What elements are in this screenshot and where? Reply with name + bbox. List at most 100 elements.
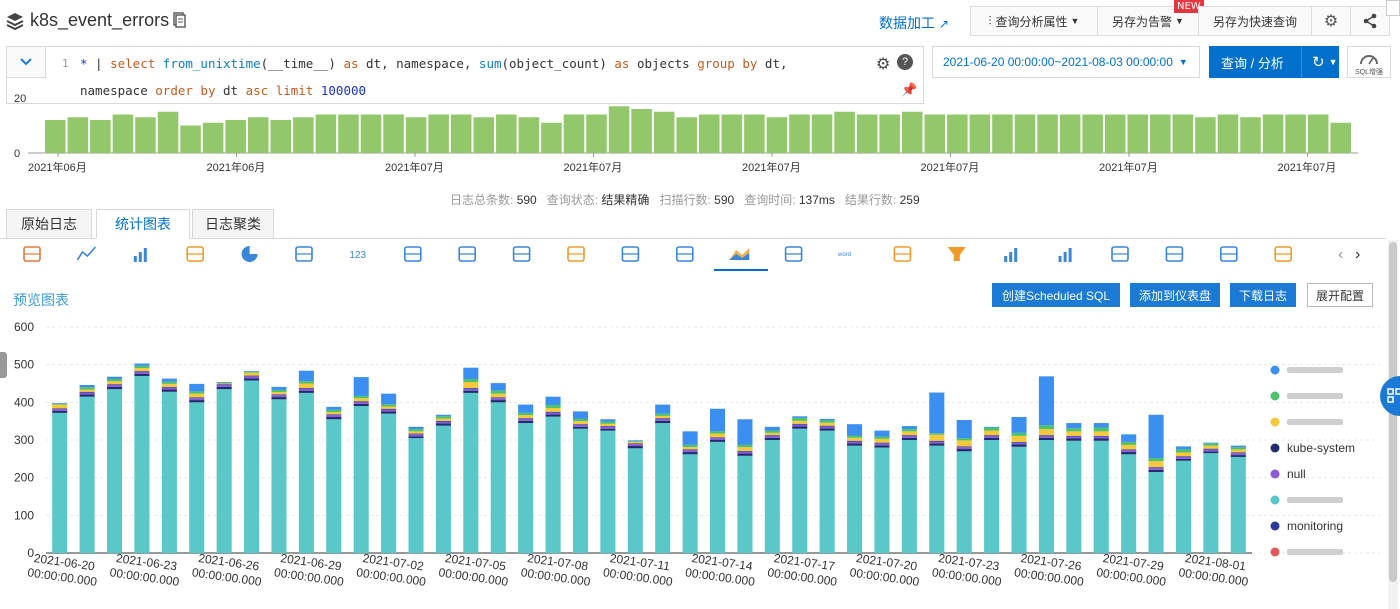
bar-segment[interactable] (161, 383, 177, 387)
bar-segment[interactable] (1203, 449, 1219, 452)
bar-segment[interactable] (408, 438, 424, 553)
bar-segment[interactable] (600, 426, 616, 427)
bar-segment[interactable] (134, 375, 150, 553)
hist-bar[interactable] (1082, 114, 1103, 154)
bar-segment[interactable] (819, 420, 835, 423)
hist-bar[interactable] (856, 114, 878, 154)
bar-segment[interactable] (655, 423, 671, 553)
bar-segment[interactable] (545, 414, 561, 417)
bar-segment[interactable] (1230, 456, 1246, 553)
bar-segment[interactable] (929, 445, 945, 553)
bar-segment[interactable] (874, 430, 890, 437)
data-process-link[interactable]: 数据加工 ↗ (879, 13, 949, 33)
bar-segment[interactable] (792, 428, 808, 553)
hist-bar[interactable] (699, 114, 720, 154)
hist-bar[interactable] (721, 114, 743, 154)
bar-segment[interactable] (1038, 437, 1054, 440)
bar-segment[interactable] (381, 411, 397, 414)
bar-segment[interactable] (1230, 449, 1246, 453)
bar-segment[interactable] (189, 398, 205, 401)
hist-bar[interactable] (112, 114, 134, 154)
bar-segment[interactable] (216, 381, 232, 383)
bar-segment[interactable] (298, 383, 314, 389)
bar-segment[interactable] (545, 396, 561, 405)
bar-segment[interactable] (244, 371, 260, 373)
bar-segment[interactable] (134, 373, 150, 376)
bar-segment[interactable] (792, 416, 808, 418)
time-range-picker[interactable]: 2021-06-20 00:00:00~2021-08-03 00:00:00 … (932, 46, 1200, 78)
bar-segment[interactable] (655, 415, 671, 419)
bar-segment[interactable] (1038, 425, 1054, 430)
bar-segment[interactable] (929, 441, 945, 444)
bar-segment[interactable] (545, 411, 561, 413)
bar-segment[interactable] (874, 442, 890, 444)
hist-bar[interactable] (1240, 117, 1261, 153)
bar-segment[interactable] (381, 393, 397, 405)
hist-bar[interactable] (541, 122, 562, 153)
bar-segment[interactable] (764, 435, 780, 438)
bar-segment[interactable] (956, 451, 972, 553)
bar-segment[interactable] (901, 437, 917, 440)
bar-segment[interactable] (874, 436, 890, 439)
bar-segment[interactable] (52, 410, 68, 413)
bar-segment[interactable] (1175, 460, 1192, 553)
bar-segment[interactable] (737, 453, 753, 456)
legend-label[interactable]: kube-system (1287, 441, 1355, 455)
bar-segment[interactable] (874, 438, 890, 443)
bar-segment[interactable] (600, 419, 616, 422)
bar-chart-icon[interactable] (133, 248, 147, 262)
bar-segment[interactable] (435, 425, 451, 553)
bar-segment[interactable] (984, 440, 1000, 553)
bar-segment[interactable] (764, 437, 780, 440)
bar-segment[interactable] (764, 435, 780, 436)
query-props-button[interactable]: ⫶ 查询分析属性 ▼ (970, 6, 1098, 36)
hist-bar[interactable] (338, 114, 359, 154)
bar-segment[interactable] (709, 437, 726, 439)
bar-segment[interactable] (847, 440, 863, 442)
bar-segment[interactable] (956, 449, 972, 452)
bar-segment[interactable] (737, 444, 753, 448)
green-dot-icon[interactable] (1270, 391, 1280, 401)
bar-segment[interactable] (79, 385, 95, 388)
bar-segment[interactable] (847, 435, 863, 438)
bar-segment[interactable] (627, 441, 643, 444)
bar-segment[interactable] (106, 378, 123, 382)
bar-segment[interactable] (216, 385, 232, 387)
bar-segment[interactable] (353, 377, 369, 396)
bar-segment[interactable] (764, 432, 780, 436)
bar-segment[interactable] (1121, 454, 1137, 553)
bar-segment[interactable] (189, 383, 205, 392)
bar-segment[interactable] (326, 419, 342, 553)
tree-icon[interactable] (1165, 246, 1184, 262)
hist-bar[interactable] (473, 117, 495, 153)
bar-segment[interactable] (792, 420, 808, 424)
hist-bar[interactable] (992, 114, 1013, 154)
bar-segment[interactable] (408, 429, 424, 432)
bar-segment[interactable] (819, 425, 835, 427)
redacted-legend-label[interactable] (1287, 419, 1343, 425)
hist-bar[interactable] (90, 120, 111, 153)
bar-segment[interactable] (792, 426, 808, 429)
funnel-icon[interactable] (947, 247, 966, 261)
side-drawer-handle[interactable] (0, 352, 7, 378)
bar-segment[interactable] (1203, 443, 1219, 446)
bar-segment[interactable] (682, 431, 698, 445)
bar-segment[interactable] (244, 375, 260, 377)
hist-bar[interactable] (67, 117, 89, 153)
bar-segment[interactable] (682, 454, 698, 553)
bar-segment[interactable] (572, 424, 589, 427)
hist-bar[interactable] (1059, 114, 1081, 154)
bar-segment[interactable] (956, 447, 972, 450)
bar-segment[interactable] (874, 447, 890, 553)
bar-segment[interactable] (52, 403, 68, 404)
bar-segment[interactable] (1093, 438, 1109, 441)
bar-segment[interactable] (901, 426, 917, 430)
bar-segment[interactable] (819, 418, 835, 421)
bar-segment[interactable] (1093, 427, 1109, 432)
single-value-icon[interactable]: 123 (349, 250, 366, 261)
bar-segment[interactable] (271, 399, 287, 553)
bar-segment[interactable] (737, 455, 753, 553)
hist-bar[interactable] (1127, 114, 1149, 154)
bar-segment[interactable] (819, 428, 835, 431)
bar-segment[interactable] (518, 415, 534, 419)
